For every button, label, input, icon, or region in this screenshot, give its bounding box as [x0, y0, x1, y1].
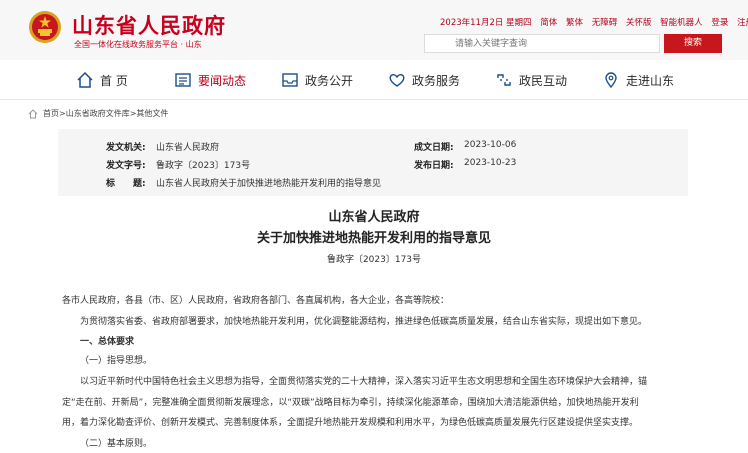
- subject-label: 标 题:: [106, 179, 146, 189]
- nav-gov-affairs[interactable]: 政务公开: [281, 68, 353, 92]
- published-date-label: 发布日期:: [414, 161, 454, 171]
- link-simplified[interactable]: 简体: [540, 18, 557, 28]
- doc-no-value: 鲁政字〔2023〕173号: [156, 161, 251, 171]
- doc-title: 关于加快推进地热能开发利用的指导意见: [256, 231, 491, 246]
- heart-icon: [389, 73, 405, 87]
- search-button[interactable]: 搜索: [664, 34, 722, 53]
- nav-interaction[interactable]: 政民互动: [495, 68, 567, 92]
- sub-heading: （一）指导思想。: [80, 356, 153, 366]
- link-login[interactable]: 登录: [711, 18, 728, 28]
- written-date-value: 2023-10-06: [464, 140, 517, 150]
- national-emblem-icon: [29, 11, 61, 43]
- breadcrumb: 首页>山东省政府文件库>其他文件: [28, 108, 168, 119]
- link-register[interactable]: 注册: [737, 18, 748, 28]
- paragraph-line: 以习近平新时代中国特色社会主义思想为指导，全面贯彻落实党的二十大精神，深入落实习…: [80, 377, 648, 387]
- link-accessibility[interactable]: 无障碍: [592, 18, 618, 28]
- site-title[interactable]: 山东省人民政府: [72, 10, 226, 40]
- paragraph-line: 用，着力深化勘查评价、创新开发模式、完善制度体系，全面提升地热能开发规模和利用水…: [62, 418, 639, 428]
- doc-title-issuer: 山东省人民政府: [328, 210, 420, 225]
- location-icon: [605, 72, 617, 89]
- home-icon: [77, 71, 93, 88]
- site-header: 山东省人民政府 全国一体化在线政务服务平台 · 山东 2023年11月2日 星期…: [0, 0, 748, 60]
- nav-label: 走进山东: [626, 73, 675, 88]
- home-icon: [28, 108, 38, 118]
- doc-addressee: 各市人民政府，各县（市、区）人民政府，省政府各部门、各直属机构，各大企业，各高等…: [62, 296, 450, 306]
- doc-intro: 为贯彻落实省委、省政府部署要求，加快地热能开发利用，优化调整能源结构，推进绿色低…: [80, 317, 648, 327]
- issuer-value: 山东省人民政府: [156, 143, 220, 153]
- link-care-mode[interactable]: 关怀版: [626, 18, 652, 28]
- link-traditional[interactable]: 繁体: [566, 18, 583, 28]
- sub-heading: （二）基本原则。: [80, 439, 153, 449]
- subject-value: 山东省人民政府关于加快推进地热能开发利用的指导意见: [156, 179, 382, 189]
- breadcrumb-path[interactable]: 首页>山东省政府文件库>其他文件: [43, 108, 168, 119]
- current-date: 2023年11月2日 星期四: [440, 18, 532, 28]
- nav-news[interactable]: 要闻动态: [174, 68, 246, 92]
- nav-label: 要闻动态: [198, 73, 247, 88]
- issuer-label: 发文机关:: [106, 143, 146, 153]
- written-date-label: 成文日期:: [414, 143, 454, 153]
- nav-label: 首 页: [100, 73, 128, 88]
- site-subtitle: 全国一体化在线政务服务平台 · 山东: [74, 40, 202, 49]
- nav-label: 政务服务: [412, 73, 461, 88]
- nav-home[interactable]: 首 页: [76, 68, 128, 92]
- news-icon: [175, 73, 191, 87]
- nav-gov-services[interactable]: 政务服务: [388, 68, 460, 92]
- paragraph-line: 定“走在前、开新局”，完整准确全面贯彻新发展理念，以“双碳”战略目标为牵引，持续…: [62, 398, 639, 408]
- top-links: 2023年11月2日 星期四 简体 繁体 无障碍 关怀版 智能机器人 登录 注册: [440, 16, 748, 28]
- chain-icon: [497, 74, 511, 86]
- nav-label: 政民互动: [519, 73, 568, 88]
- inbox-icon: [282, 73, 298, 87]
- section-heading: 一、总体要求: [80, 337, 135, 347]
- nav-explore-shandong[interactable]: 走进山东: [602, 68, 674, 92]
- doc-no-label: 发文字号:: [106, 161, 146, 171]
- doc-number: 鲁政字〔2023〕173号: [326, 255, 422, 265]
- search-input[interactable]: [424, 34, 660, 53]
- document-meta: 发文机关: 山东省人民政府 发文字号: 鲁政字〔2023〕173号 标 题: 山…: [58, 129, 688, 196]
- published-date-value: 2023-10-23: [464, 158, 517, 168]
- nav-label: 政务公开: [305, 73, 354, 88]
- link-robot[interactable]: 智能机器人: [660, 18, 703, 28]
- main-nav: 首 页 要闻动态 政务公开 政务服务 政民互动 走进山东: [0, 60, 748, 100]
